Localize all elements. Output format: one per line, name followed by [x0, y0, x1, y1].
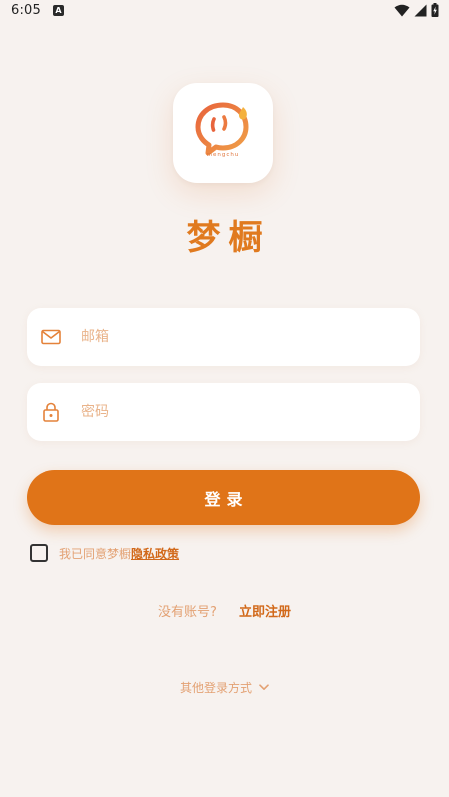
password-input[interactable]	[79, 403, 383, 421]
register-link[interactable]: 立即注册	[239, 605, 291, 620]
other-login-label: 其他登录方式	[179, 681, 252, 695]
login-button[interactable]: 登录	[27, 470, 420, 525]
no-account-text: 没有账号?	[157, 605, 217, 620]
signal-icon	[414, 4, 427, 16]
notification-icon: A	[53, 5, 64, 16]
agreement-text: 我已同意梦橱	[59, 546, 132, 561]
app-logo: mengchu	[173, 83, 273, 183]
battery-charging-icon	[431, 3, 439, 17]
status-bar: 6:05 A	[0, 0, 449, 24]
lock-icon	[40, 401, 62, 423]
logo-mark-icon	[195, 102, 249, 156]
wifi-icon	[394, 4, 410, 16]
chevron-down-icon	[259, 684, 269, 691]
register-row: 没有账号? 立即注册	[0, 601, 449, 620]
status-time: 6:05	[11, 3, 41, 18]
agree-checkbox[interactable]	[30, 544, 48, 562]
logo-subtext: mengchu	[206, 152, 240, 158]
other-login-toggle[interactable]: 其他登录方式	[0, 679, 449, 696]
password-field[interactable]	[27, 383, 420, 441]
email-input[interactable]	[79, 328, 383, 346]
mail-icon	[40, 326, 62, 348]
email-field[interactable]	[27, 308, 420, 366]
app-title: 梦橱	[186, 218, 271, 258]
status-icons	[394, 3, 439, 17]
privacy-policy-link[interactable]: 隐私政策	[131, 545, 179, 562]
privacy-agreement: 我已同意梦橱 隐私政策	[30, 544, 179, 562]
